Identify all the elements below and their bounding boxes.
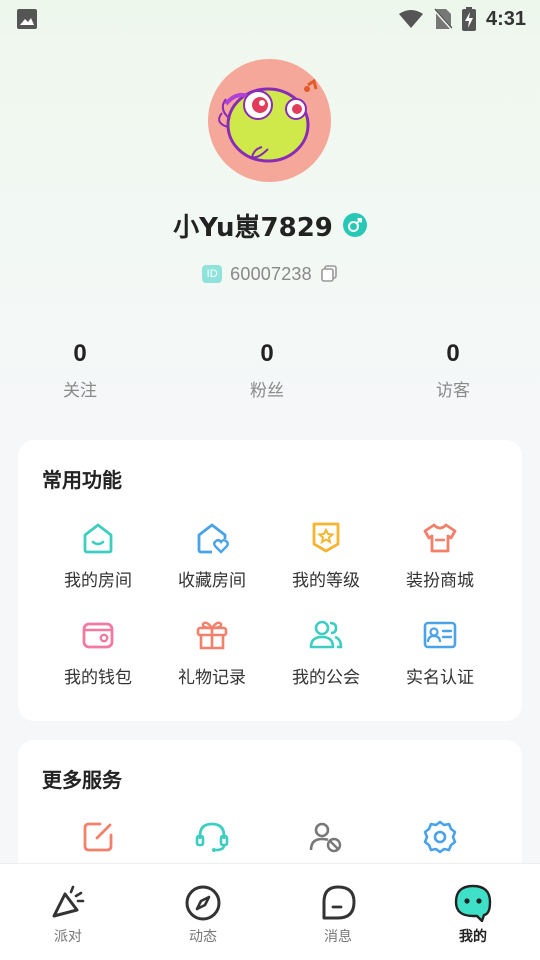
home-heart-icon <box>197 523 229 554</box>
battery-charging-icon <box>461 7 476 31</box>
my-guild-item[interactable]: 我的公会 <box>269 617 383 688</box>
real-name-verification-item[interactable]: 实名认证 <box>383 617 497 688</box>
message-icon <box>322 885 356 920</box>
edit-icon <box>83 822 113 852</box>
headset-icon <box>195 822 229 852</box>
item-label: 装扮商城 <box>406 571 474 591</box>
tab-party[interactable]: 派对 <box>13 884 123 946</box>
item-label: 我的钱包 <box>64 668 132 688</box>
username-row: 小Yu崽7829 <box>0 204 540 246</box>
section-title: 更多服务 <box>42 768 122 792</box>
tab-mine[interactable]: 我的 <box>418 884 528 946</box>
stat-value: 0 <box>73 340 87 367</box>
image-notification-icon <box>17 9 37 29</box>
settings-item[interactable] <box>383 819 497 855</box>
tab-moments[interactable]: 动态 <box>148 884 258 946</box>
tshirt-icon <box>423 523 457 553</box>
id-badge: ID <box>202 265 223 283</box>
gift-records-item[interactable]: 礼物记录 <box>155 617 269 688</box>
section-title: 常用功能 <box>42 468 122 492</box>
item-label: 实名认证 <box>406 668 474 688</box>
favorite-rooms-item[interactable]: 收藏房间 <box>155 520 269 591</box>
item-label: 礼物记录 <box>178 668 246 688</box>
tab-label: 消息 <box>324 929 352 945</box>
user-id: 60007238 <box>230 263 312 284</box>
item-label: 我的公会 <box>292 668 360 688</box>
settings-icon <box>423 820 457 854</box>
status-time: 4:31 <box>485 7 526 30</box>
my-room-item[interactable]: 我的房间 <box>41 520 155 591</box>
customer-service-item[interactable] <box>155 819 269 855</box>
copy-icon[interactable] <box>320 265 338 283</box>
stat-visitors[interactable]: 0 访客 <box>393 338 513 401</box>
no-sim-icon <box>433 8 452 30</box>
stat-label: 访客 <box>436 381 470 401</box>
bottom-tab-bar: 派对 动态 消息 我的 <box>0 863 540 960</box>
blacklist-item[interactable] <box>269 819 383 855</box>
my-level-item[interactable]: 我的等级 <box>269 520 383 591</box>
male-gender-icon <box>342 213 367 237</box>
dress-up-shop-item[interactable]: 装扮商城 <box>383 520 497 591</box>
common-functions-card: 常用功能 我的房间 收藏房间 我的等级 装扮商城 我的钱包 礼物记录 我的公会 … <box>18 440 522 721</box>
feedback-item[interactable] <box>41 819 155 855</box>
item-label: 收藏房间 <box>178 571 246 591</box>
user-block-icon <box>309 822 342 853</box>
item-label: 我的房间 <box>64 571 132 591</box>
stat-label: 粉丝 <box>250 381 284 401</box>
wallet-icon <box>82 622 114 649</box>
item-label: 我的等级 <box>292 571 360 591</box>
level-badge-icon <box>312 522 340 553</box>
mine-icon <box>454 884 492 922</box>
pufferfish-avatar-illustration <box>218 78 318 163</box>
compass-icon <box>185 885 221 921</box>
stat-following[interactable]: 0 关注 <box>20 338 140 401</box>
stat-fans[interactable]: 0 粉丝 <box>207 338 327 401</box>
gift-icon <box>196 621 228 650</box>
stat-value: 0 <box>260 340 274 367</box>
stat-value: 0 <box>446 340 460 367</box>
tab-label: 派对 <box>54 929 82 945</box>
username: 小Yu崽7829 <box>173 212 333 243</box>
status-bar: 4:31 <box>0 0 540 38</box>
tab-label: 我的 <box>459 929 487 945</box>
home-icon <box>83 523 113 554</box>
tab-messages[interactable]: 消息 <box>283 884 393 946</box>
party-icon <box>52 885 85 918</box>
tab-label: 动态 <box>189 929 217 945</box>
my-wallet-item[interactable]: 我的钱包 <box>41 617 155 688</box>
wifi-icon <box>398 10 423 28</box>
stat-label: 关注 <box>63 381 97 401</box>
avatar[interactable] <box>208 59 331 182</box>
group-icon <box>309 620 343 649</box>
id-card-icon <box>423 621 457 649</box>
user-id-row: ID 60007238 <box>0 262 540 286</box>
